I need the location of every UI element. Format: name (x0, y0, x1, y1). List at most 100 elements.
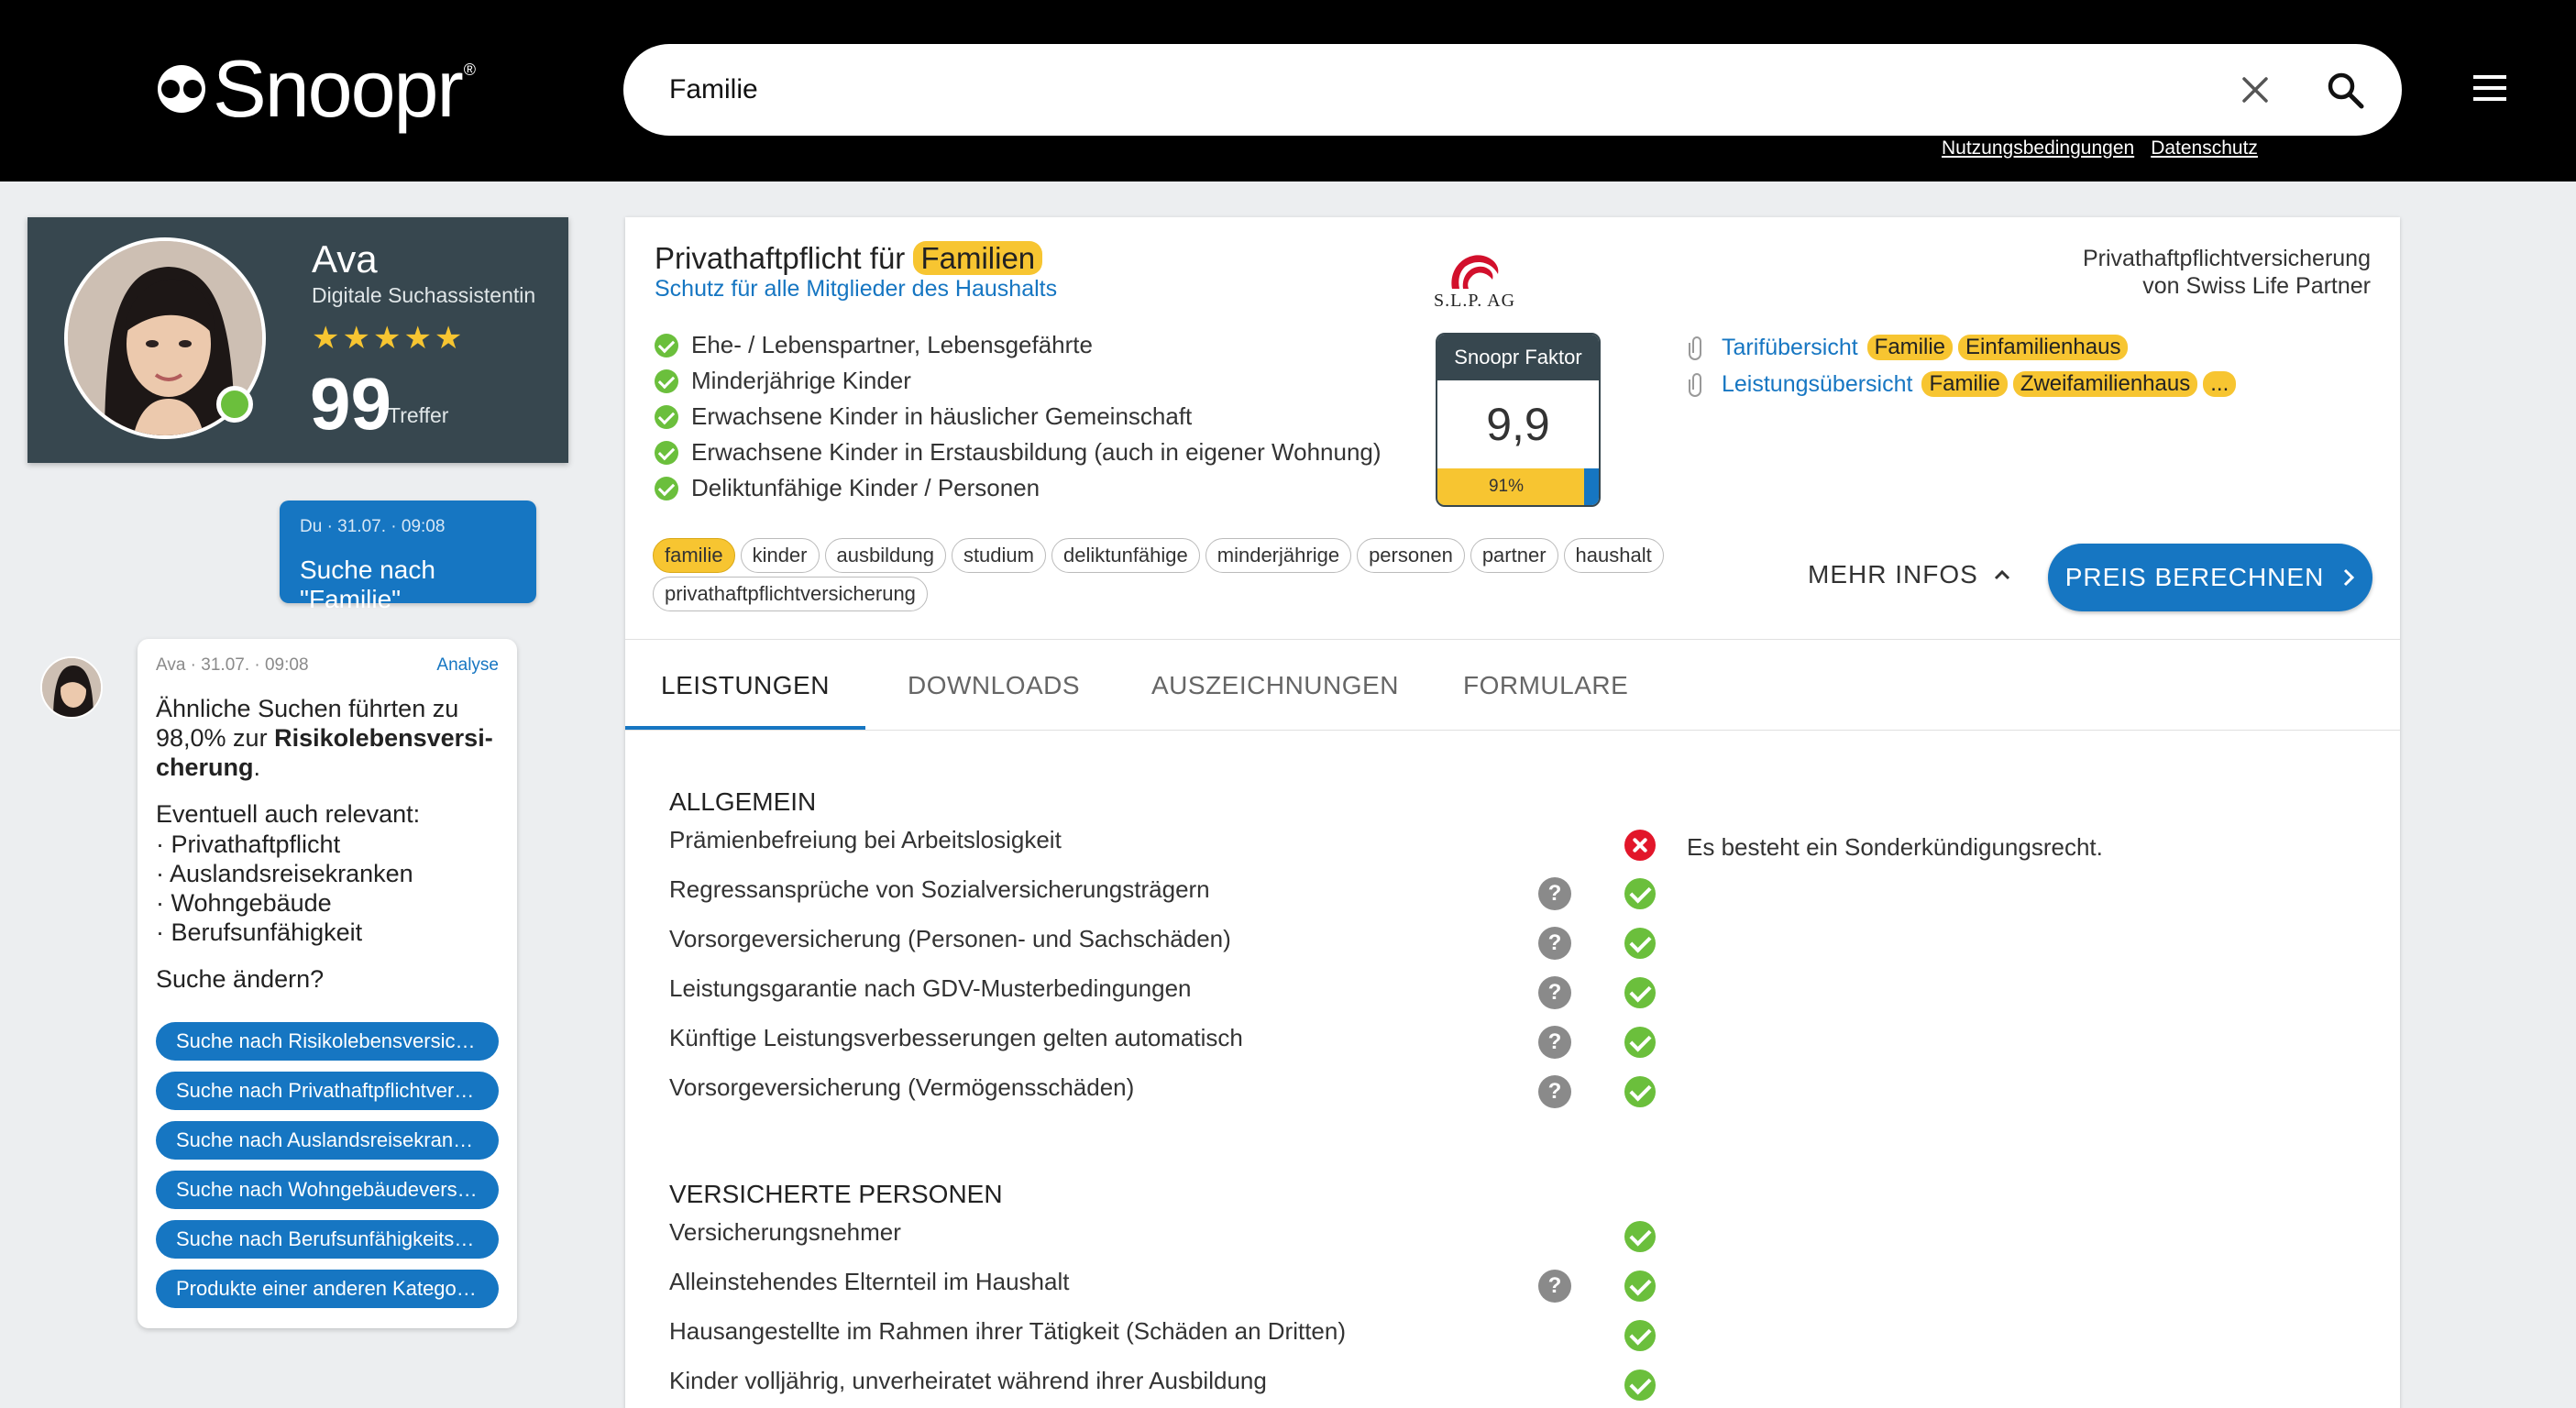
suggestion-button[interactable]: Suche nach Risikolebensversich... (156, 1022, 499, 1061)
assistant-role: Digitale Suchassistentin (312, 283, 536, 307)
feature-label: Deliktunfähige Kinder / Personen (691, 474, 1040, 501)
user-message-text: Suche nach "Familie" (300, 556, 435, 613)
tab-downloads[interactable]: DOWNLOADS (908, 640, 1080, 730)
hit-count: 99 (310, 363, 391, 445)
doc-tag-more[interactable]: ... (2203, 371, 2237, 397)
logo-text: Snoopr (213, 43, 464, 134)
product-card: Privathaftpflicht für Familien Schutz fü… (625, 217, 2400, 1408)
document-row: Leistungsübersicht Familie Zweifamilienh… (1689, 366, 2241, 402)
related-item: · Wohngebäude (156, 889, 332, 917)
benefit-label: Prämienbefreiung bei Arbeitslosigkeit (669, 826, 1062, 853)
benefit-label: Künftige Leistungsverbesserungen gelten … (669, 1024, 1243, 1051)
top-bar: Snoopr ® Nutzungsbedingungen Datenschutz (0, 0, 2576, 182)
benefit-label: Versicherungsnehmer (669, 1218, 901, 1246)
chevron-right-icon (2344, 568, 2355, 587)
feature-label: Erwachsene Kinder in Erstausbildung (auc… (691, 438, 1382, 466)
related-item: · Privathaftpflicht (156, 830, 341, 858)
keyword-tag[interactable]: personen (1357, 538, 1465, 573)
keyword-tag[interactable]: studium (951, 538, 1046, 573)
help-icon[interactable]: ? (1538, 927, 1571, 960)
provider-product: Privathaftpflichtversicherung (2082, 246, 2371, 271)
logo-eyes-icon (158, 65, 205, 113)
online-status-indicator (216, 386, 253, 423)
check-icon (1624, 1221, 1656, 1252)
check-icon (1624, 1370, 1656, 1401)
factor-percent: 91% (1488, 477, 1525, 496)
other-category-button[interactable]: Produkte einer anderen Kategorie (156, 1270, 499, 1308)
search-icon[interactable] (2325, 70, 2365, 110)
help-icon[interactable]: ? (1538, 976, 1571, 1009)
feature-item: Ehe- / Lebenspartner, Lebensgefährte (655, 327, 1382, 363)
tab-bar: LEISTUNGEN DOWNLOADS AUSZEICHNUNGEN FORM… (625, 639, 2400, 731)
terms-link[interactable]: Nutzungsbedingungen (1942, 138, 2134, 160)
product-title[interactable]: Privathaftpflicht für Familien (655, 241, 1043, 276)
benefit-label: Leistungsgarantie nach GDV-Musterbedingu… (669, 974, 1192, 1002)
benefit-label: Alleinstehendes Elternteil im Haushalt (669, 1268, 1070, 1295)
check-icon (655, 404, 678, 429)
check-icon (655, 333, 678, 358)
keyword-tag[interactable]: haushalt (1563, 538, 1664, 573)
calculate-price-button[interactable]: PREIS BERECHNEN (2048, 544, 2372, 611)
assistant-message-meta: Ava · 31.07. · 09:08 (156, 655, 309, 675)
check-icon (655, 440, 678, 465)
suggestion-button[interactable]: Suche nach Privathaftpflichtvers... (156, 1072, 499, 1110)
privacy-link[interactable]: Datenschutz (2151, 138, 2258, 160)
related-item: · Berufsunfähigkeit (156, 918, 363, 946)
document-links: Tarifübersicht Familie Einfamilienhaus L… (1689, 329, 2241, 402)
suggestion-button[interactable]: Suche nach Wohngebäudeversic... (156, 1171, 499, 1209)
feature-list: Ehe- / Lebenspartner, Lebensgefährte Min… (655, 327, 1382, 506)
assistant-name: Ava (312, 237, 378, 280)
help-icon[interactable]: ? (1538, 1270, 1571, 1303)
keyword-tag[interactable]: minderjährige (1205, 538, 1352, 573)
user-message-meta: Du · 31.07. · 09:08 (300, 517, 446, 536)
feature-item: Minderjährige Kinder (655, 363, 1382, 399)
product-subtitle: Schutz für alle Mitglieder des Haushalts (655, 276, 1058, 302)
doc-tag: Familie (1921, 371, 2008, 397)
more-info-toggle[interactable]: MEHR INFOS (1808, 560, 2011, 589)
keyword-tag[interactable]: deliktunfähige (1051, 538, 1200, 573)
calculate-price-label: PREIS BERECHNEN (2064, 563, 2325, 591)
assistant-card: Ava Digitale Suchassistentin ★★★★★ 99 Tr… (28, 217, 568, 463)
keyword-tag[interactable]: familie (653, 538, 735, 573)
snoopr-logo[interactable]: Snoopr ® (158, 48, 476, 130)
product-title-text: Privathaftpflicht für (655, 241, 914, 275)
keyword-tag[interactable]: ausbildung (824, 538, 946, 573)
suggestion-button[interactable]: Suche nach Berufsunfähigkeitsv... (156, 1220, 499, 1259)
clear-search-icon[interactable] (2237, 72, 2273, 108)
tariff-overview-link[interactable]: Tarifübersicht (1722, 335, 1858, 361)
feature-item: Deliktunfähige Kinder / Personen (655, 470, 1382, 506)
user-message-bubble: Du · 31.07. · 09:08 Suche nach "Familie" (280, 500, 536, 613)
keyword-tags: familie kinder ausbildung studium delikt… (653, 538, 1734, 611)
hamburger-menu-icon[interactable] (2470, 72, 2510, 104)
keyword-tag[interactable]: partner (1470, 538, 1558, 573)
analyse-link[interactable]: Analyse (436, 655, 499, 676)
benefit-note: Es besteht ein Sonderkündigungsrecht. (1687, 833, 2103, 861)
help-icon[interactable]: ? (1538, 1026, 1571, 1059)
snoopr-factor-badge[interactable]: Snoopr Faktor 9,9 91% (1436, 333, 1601, 507)
suggestion-button[interactable]: Suche nach Auslandsreisekrank... (156, 1121, 499, 1160)
factor-progress-bar: 91% (1437, 468, 1599, 505)
help-icon[interactable]: ? (1538, 1075, 1571, 1108)
feature-label: Erwachsene Kinder in häuslicher Gemeinsc… (691, 402, 1193, 430)
tab-leistungen[interactable]: LEISTUNGEN (625, 640, 865, 730)
product-title-highlight: Familien (913, 241, 1043, 275)
related-item: · Auslandsreisekranken (156, 860, 413, 887)
check-icon (1624, 1320, 1656, 1351)
more-info-label: MEHR INFOS (1808, 560, 1978, 588)
tab-formulare[interactable]: FORMULARE (1463, 640, 1628, 730)
keyword-tag[interactable]: kinder (740, 538, 820, 573)
related-list: · Privathaftpflicht · Auslandsreisekrank… (156, 830, 413, 947)
search-input[interactable] (669, 68, 2044, 112)
hit-count-label: Treffer (388, 403, 449, 427)
benefit-label: Regressansprüche von Sozialversicherungs… (669, 875, 1210, 903)
tab-auszeichnungen[interactable]: AUSZEICHNUNGEN (1151, 640, 1399, 730)
help-icon[interactable]: ? (1538, 877, 1571, 910)
assistant-small-avatar (40, 656, 103, 719)
feature-label: Minderjährige Kinder (691, 367, 911, 394)
assistant-message-text: Ähnliche Suchen führten zu 98,0% zur Ris… (156, 694, 504, 782)
benefits-overview-link[interactable]: Leistungsübersicht (1722, 371, 1912, 398)
related-title: Eventuell auch relevant: (156, 800, 421, 828)
assistant-message-bubble: Ava · 31.07. · 09:08 Analyse Ähnliche Su… (138, 639, 517, 1328)
paperclip-icon (1689, 373, 1701, 397)
keyword-tag[interactable]: privathaftpflichtversicherung (653, 577, 928, 611)
